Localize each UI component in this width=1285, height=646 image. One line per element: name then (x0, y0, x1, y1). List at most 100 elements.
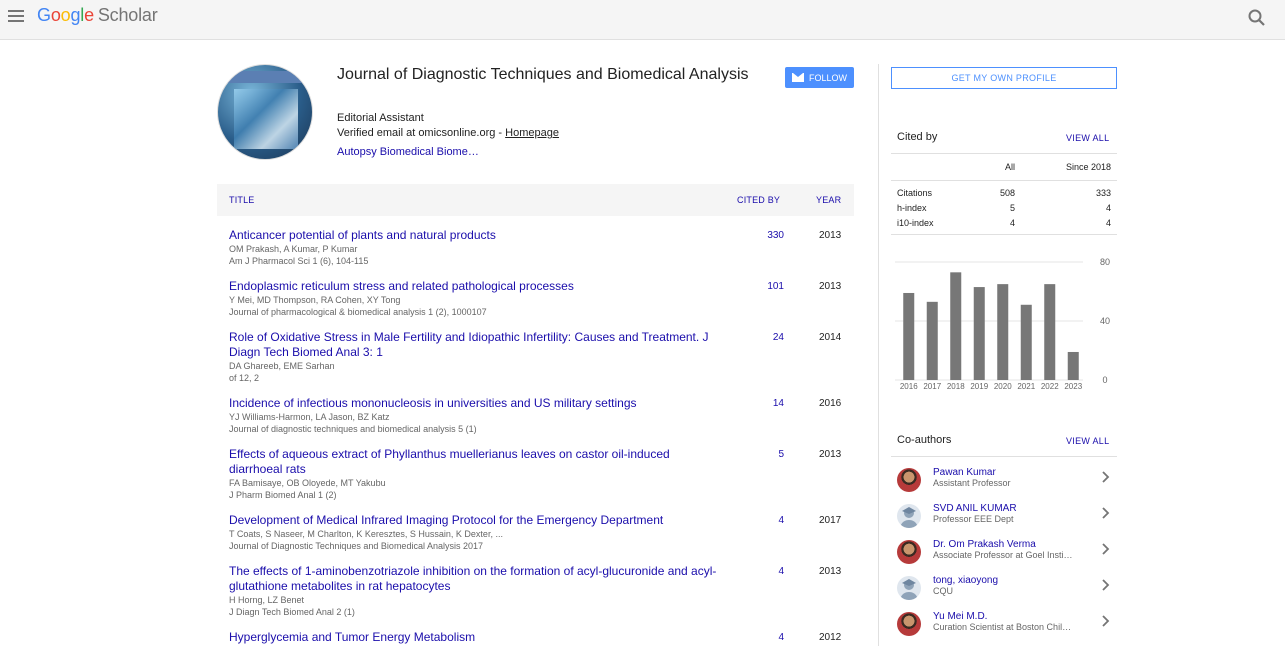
profile-affiliation: Editorial Assistant (337, 112, 424, 124)
table-row: Effects of aqueous extract of Phyllanthu… (229, 447, 849, 501)
article-year: 2017 (819, 515, 842, 526)
coauthors-view-all[interactable]: VIEW ALL (1066, 436, 1109, 446)
cited-count[interactable]: 330 (764, 230, 784, 241)
coauthor-affiliation: Professor EEE Dept (933, 514, 1014, 524)
article-title[interactable]: Anticancer potential of plants and natur… (229, 228, 719, 243)
chevron-right-icon (1102, 543, 1110, 555)
article-authors: DA Ghareeb, EME Sarhan (229, 361, 335, 371)
article-title[interactable]: Development of Medical Infrared Imaging … (229, 513, 719, 528)
article-authors: H Horng, LZ Benet (229, 595, 305, 605)
article-title[interactable]: Effects of aqueous extract of Phyllanthu… (229, 447, 719, 477)
article-authors: T Coats, S Naseer, M Charlton, K Kereszt… (229, 529, 503, 539)
coauthor-affiliation: CQU (933, 586, 953, 596)
article-title[interactable]: Hyperglycemia and Tumor Energy Metabolis… (229, 630, 719, 645)
chart-bar[interactable] (926, 301, 938, 380)
chart-bar[interactable] (997, 284, 1009, 380)
logo-suffix: Scholar (97, 5, 158, 25)
article-source: Journal of pharmacological & biomedical … (229, 307, 487, 317)
coauthor-name: SVD ANIL KUMAR (933, 503, 1017, 514)
cited-count[interactable]: 24 (766, 332, 784, 343)
coauthor-item[interactable]: Yu Mei M.D. Curation Scientist at Boston … (891, 608, 1117, 644)
get-my-own-profile-button[interactable]: GET MY OWN PROFILE (891, 67, 1117, 89)
coauthor-item[interactable]: Pawan Kumar Assistant Professor (891, 464, 1117, 500)
article-authors: OM Prakash, A Kumar, P Kumar (229, 244, 358, 254)
article-title[interactable]: The effects of 1-aminobenzotriazole inhi… (229, 564, 719, 594)
cited-count[interactable]: 4 (766, 566, 784, 577)
coauthor-avatar (897, 540, 921, 564)
chart-bar[interactable] (1020, 304, 1032, 380)
article-title[interactable]: Endoplasmic reticulum stress and related… (229, 279, 719, 294)
x-tick-label: 2018 (947, 382, 965, 391)
stat-all: 5 (1009, 203, 1015, 213)
default-avatar-icon (897, 576, 921, 600)
table-row: Development of Medical Infrared Imaging … (229, 513, 849, 552)
article-title[interactable]: Incidence of infectious mononucleosis in… (229, 396, 719, 411)
coauthor-item[interactable]: Dr. Om Prakash Verma Associate Professor … (891, 536, 1117, 572)
follow-label: FOLLOW (808, 72, 847, 83)
article-year: 2013 (819, 566, 842, 577)
article-authors: YJ Williams-Harmon, LA Jason, BZ Katz (229, 412, 390, 422)
article-source: Am J Pharmacol Sci 1 (6), 104-115 (229, 256, 369, 266)
article-source: J Diagn Tech Biomed Anal 2 (1) (229, 607, 355, 617)
table-row: Endoplasmic reticulum stress and related… (229, 279, 849, 318)
article-authors: Y Mei, MD Thompson, RA Cohen, XY Tong (229, 295, 401, 305)
envelope-icon (791, 73, 804, 82)
article-title[interactable]: Role of Oxidative Stress in Male Fertili… (229, 330, 719, 360)
chart-bar[interactable] (950, 272, 962, 380)
sort-year[interactable]: YEAR (816, 195, 841, 205)
article-year: 2014 (819, 332, 842, 343)
article-year: 2013 (819, 230, 842, 241)
citations-chart: 80 40 0 2016 2017 2018 2019 2020 2021 2022 2023 (895, 257, 1110, 391)
coauthor-affiliation: Associate Professor at Goel Insti… (933, 550, 1073, 560)
logo-letter: o (50, 5, 61, 25)
coauthors-heading: Co-authors (897, 434, 952, 446)
chevron-right-icon (1102, 615, 1110, 627)
y-tick-label: 40 (1100, 316, 1110, 326)
menu-icon[interactable] (8, 10, 24, 22)
follow-button[interactable]: FOLLOW (785, 67, 854, 88)
chart-bar[interactable] (973, 287, 985, 380)
logo-letter: g (70, 5, 81, 25)
search-icon[interactable] (1247, 8, 1267, 28)
google-scholar-logo[interactable]: Google Scholar (37, 5, 158, 26)
chart-bar[interactable] (903, 292, 915, 380)
chevron-right-icon (1102, 471, 1110, 483)
coauthor-item[interactable]: SVD ANIL KUMAR Professor EEE Dept (891, 500, 1117, 536)
coauthor-item[interactable]: tong, xiaoyong CQU (891, 572, 1117, 608)
article-year: 2013 (819, 449, 842, 460)
cited-count[interactable]: 4 (766, 632, 784, 643)
sort-title[interactable]: TITLE (229, 195, 255, 205)
coauthor-avatar (897, 468, 921, 492)
homepage-link[interactable]: Homepage (505, 127, 559, 139)
cited-count[interactable]: 101 (766, 281, 784, 292)
y-tick-label: 0 (1102, 375, 1107, 385)
sidebar-divider (878, 64, 879, 646)
stat-label: h-index (897, 203, 927, 213)
x-tick-label: 2019 (970, 382, 988, 391)
stat-all: 4 (1009, 218, 1015, 228)
coauthor-name: Pawan Kumar (933, 467, 996, 478)
cited-count[interactable]: 5 (766, 449, 784, 460)
stat-all: 508 (999, 188, 1015, 198)
chart-bar[interactable] (1044, 284, 1056, 380)
table-row: The effects of 1-aminobenzotriazole inhi… (229, 564, 849, 618)
cited-by-heading: Cited by (897, 131, 938, 143)
x-tick-label: 2017 (923, 382, 941, 391)
chevron-right-icon (1102, 507, 1110, 519)
chart-bar[interactable] (1067, 351, 1079, 380)
article-source: Journal of diagnostic techniques and bio… (229, 424, 477, 434)
stat-label: i10-index (897, 218, 934, 228)
logo-letter: o (60, 5, 71, 25)
cited-count[interactable]: 14 (766, 398, 784, 409)
col-all: All (1004, 162, 1015, 172)
cited-count[interactable]: 4 (766, 515, 784, 526)
sort-cited-by[interactable]: CITED BY (737, 195, 780, 205)
cited-by-view-all[interactable]: VIEW ALL (1066, 133, 1109, 143)
divider (891, 153, 1117, 154)
profile-interest-link[interactable]: Autopsy Biomedical Biome… (337, 146, 479, 158)
x-tick-label: 2020 (994, 382, 1012, 391)
profile-email: Verified email at omicsonline.org - Home… (337, 127, 559, 139)
stat-since: 4 (1105, 203, 1111, 213)
email-text: Verified email at omicsonline.org - (337, 127, 506, 139)
articles-table-header: TITLE CITED BY YEAR (217, 184, 854, 216)
